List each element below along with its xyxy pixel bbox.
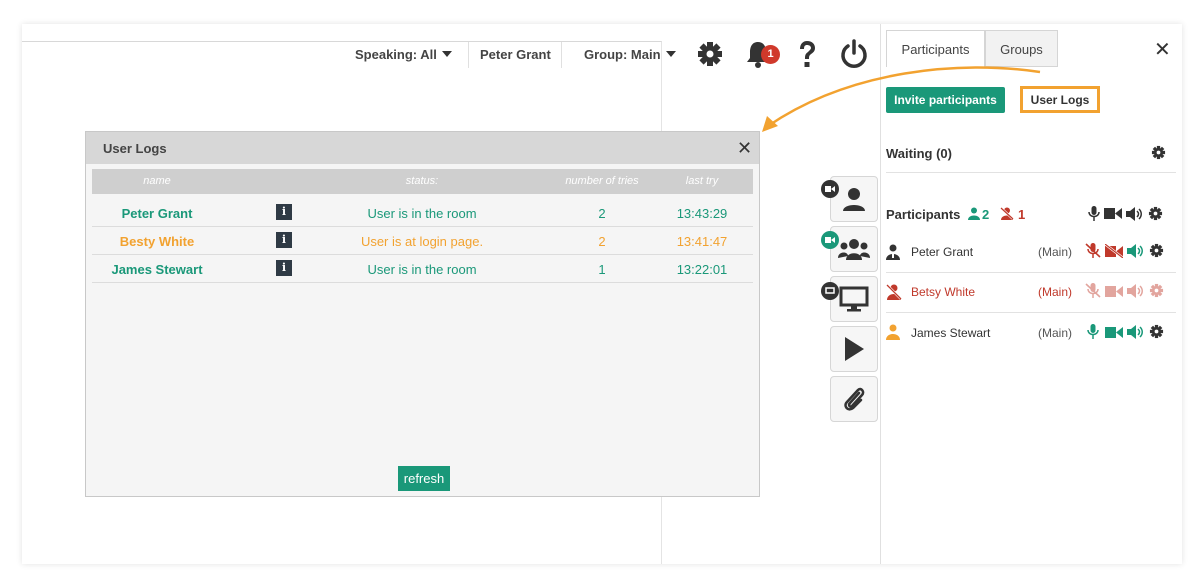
webcam-group-button[interactable] bbox=[830, 226, 878, 272]
info-icon[interactable]: i bbox=[276, 260, 292, 276]
monitor-icon bbox=[839, 286, 869, 312]
camera-dot-icon bbox=[821, 231, 839, 249]
dialog-title: User Logs bbox=[103, 141, 167, 156]
log-status: User is in the room bbox=[367, 262, 477, 277]
log-name: Besty White bbox=[119, 234, 195, 249]
users-icon bbox=[838, 239, 870, 260]
paperclip-icon bbox=[844, 387, 865, 411]
attachments-button[interactable] bbox=[830, 376, 878, 422]
speaking-dropdown[interactable]: Speaking: All bbox=[355, 47, 452, 62]
divider bbox=[886, 172, 1176, 173]
online-count: 2 bbox=[982, 207, 990, 222]
host-user-icon bbox=[886, 244, 900, 260]
gear-icon[interactable] bbox=[1149, 324, 1164, 339]
chevron-down-icon bbox=[665, 51, 676, 57]
chevron-down-icon bbox=[441, 51, 452, 57]
user-icon bbox=[843, 188, 865, 211]
speaker-icon[interactable] bbox=[1127, 243, 1145, 258]
participant-controls bbox=[1085, 283, 1164, 298]
video-camera-icon[interactable] bbox=[1105, 325, 1123, 339]
column-header: status: bbox=[405, 175, 439, 187]
microphone-icon[interactable] bbox=[1085, 324, 1101, 339]
participant-controls bbox=[1085, 324, 1164, 339]
refresh-button[interactable]: refresh bbox=[398, 466, 450, 491]
log-tries: 2 bbox=[598, 206, 606, 221]
close-panel-icon[interactable]: ✕ bbox=[1154, 40, 1171, 60]
log-last-try: 13:22:01 bbox=[676, 262, 728, 277]
info-icon[interactable]: i bbox=[276, 232, 292, 248]
group-dropdown[interactable]: Group: Main bbox=[584, 47, 676, 62]
table-row: James Stewart i User is in the room 1 13… bbox=[92, 255, 753, 283]
log-tries: 2 bbox=[598, 234, 606, 249]
close-dialog-icon[interactable]: ✕ bbox=[737, 139, 752, 157]
online-user-icon bbox=[968, 207, 980, 220]
gear-icon[interactable] bbox=[1149, 283, 1164, 298]
participant-group: (Main) bbox=[1038, 245, 1073, 259]
participant-row[interactable]: Betsy White (Main) bbox=[886, 273, 1176, 313]
gear-icon[interactable] bbox=[1151, 145, 1166, 160]
microphone-muted-icon[interactable] bbox=[1085, 243, 1101, 258]
gear-icon[interactable] bbox=[694, 38, 726, 70]
participant-name: James Stewart bbox=[911, 326, 991, 340]
video-off-icon[interactable] bbox=[1105, 243, 1123, 258]
offline-user-icon bbox=[1000, 207, 1014, 220]
log-last-try: 13:43:29 bbox=[676, 206, 728, 221]
participant-row[interactable]: Peter Grant (Main) bbox=[886, 233, 1176, 273]
participant-group: (Main) bbox=[1038, 285, 1073, 299]
annotation-arrow bbox=[762, 66, 1041, 132]
column-header: number of tries bbox=[565, 175, 639, 187]
participants-title: Participants bbox=[886, 207, 961, 222]
participants-controls bbox=[1088, 206, 1163, 221]
waiting-title: Waiting (0) bbox=[886, 146, 952, 161]
log-status: User is at login page. bbox=[360, 234, 484, 249]
table-header: name status: number of tries last try bbox=[92, 169, 753, 194]
log-status: User is in the room bbox=[367, 206, 477, 221]
user-icon bbox=[886, 324, 900, 340]
divider bbox=[886, 312, 1176, 313]
media-play-button[interactable] bbox=[830, 326, 878, 372]
log-tries: 1 bbox=[598, 262, 606, 277]
speaking-label: Speaking: All bbox=[355, 47, 437, 62]
video-camera-icon[interactable] bbox=[1105, 284, 1123, 298]
table-row: Peter Grant i User is in the room 2 13:4… bbox=[92, 199, 753, 227]
column-header: name bbox=[143, 175, 171, 187]
microphone-icon[interactable] bbox=[1088, 206, 1100, 221]
column-header: last try bbox=[685, 175, 719, 187]
log-name: James Stewart bbox=[111, 262, 203, 277]
participant-name: Betsy White bbox=[911, 285, 976, 299]
speaker-icon[interactable] bbox=[1126, 206, 1144, 221]
video-camera-icon[interactable] bbox=[1104, 207, 1122, 220]
user-logs-dialog: User Logs ✕ name status: number of tries… bbox=[85, 131, 760, 497]
offline-count: 1 bbox=[1018, 207, 1026, 222]
gear-icon[interactable] bbox=[1148, 206, 1163, 221]
speaker-icon[interactable] bbox=[1127, 324, 1145, 339]
offline-user-icon bbox=[886, 284, 902, 300]
info-icon[interactable]: i bbox=[276, 204, 292, 220]
log-name: Peter Grant bbox=[121, 206, 193, 221]
participant-row[interactable]: James Stewart (Main) bbox=[886, 314, 1176, 354]
screen-dot-icon bbox=[821, 282, 839, 300]
camera-dot-icon bbox=[821, 180, 839, 198]
group-label: Group: Main bbox=[584, 47, 661, 62]
play-icon bbox=[845, 337, 864, 361]
table-row: Besty White i User is at login page. 2 1… bbox=[92, 227, 753, 255]
gear-icon[interactable] bbox=[1149, 243, 1164, 258]
screenshare-button[interactable] bbox=[830, 276, 878, 322]
participant-controls bbox=[1085, 243, 1164, 258]
microphone-muted-icon[interactable] bbox=[1085, 283, 1101, 298]
participant-group: (Main) bbox=[1038, 326, 1073, 340]
dialog-header: User Logs ✕ bbox=[86, 132, 759, 164]
current-user-label: Peter Grant bbox=[480, 47, 551, 62]
topbar-divider bbox=[561, 42, 562, 68]
log-last-try: 13:41:47 bbox=[676, 234, 728, 249]
speaker-icon[interactable] bbox=[1127, 283, 1145, 298]
topbar-divider bbox=[468, 42, 469, 68]
participant-name: Peter Grant bbox=[911, 245, 974, 259]
